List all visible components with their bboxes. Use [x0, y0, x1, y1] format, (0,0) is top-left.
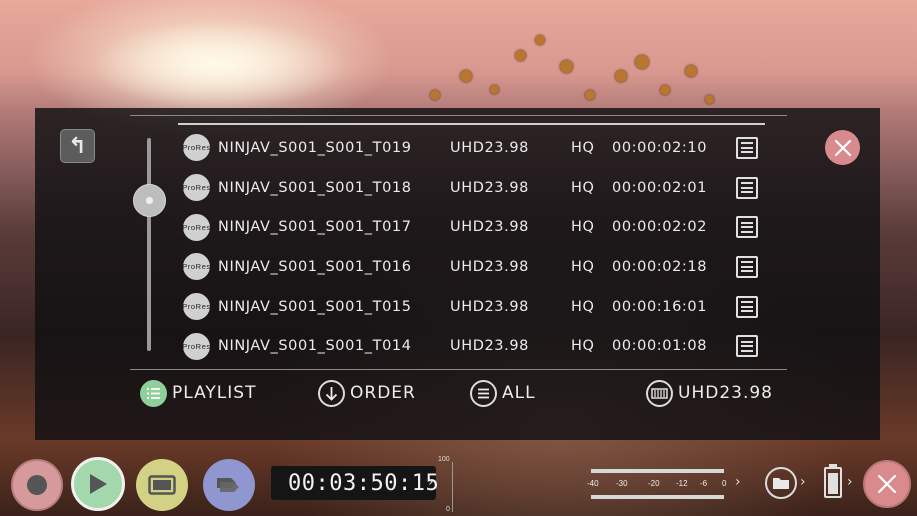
chevron-right-icon[interactable]: ›	[735, 474, 741, 490]
clip-row[interactable]: ProRes NINJAV_S001_S001_T019 UHD23.98 HQ…	[182, 128, 773, 168]
clip-list: ProRes NINJAV_S001_S001_T019 UHD23.98 HQ…	[182, 128, 773, 366]
clip-duration: 00:00:01:08	[612, 338, 708, 355]
clip-quality: HQ	[571, 179, 595, 196]
meter-label: -6	[700, 479, 708, 488]
clip-row[interactable]: ProRes NINJAV_S001_S001_T016 UHD23.98 HQ…	[182, 247, 773, 287]
sun-glow	[90, 20, 350, 110]
meter-label: -30	[616, 479, 628, 488]
resolution-filter-label: UHD23.98	[678, 383, 773, 403]
divider-top-inner	[178, 123, 765, 125]
film-icon	[646, 379, 673, 407]
list-icon	[470, 379, 497, 407]
battery-icon[interactable]	[824, 464, 842, 498]
monitor-icon	[148, 475, 176, 495]
clip-resolution: UHD23.98	[450, 258, 529, 275]
clip-name: NINJAV_S001_S001_T014	[218, 338, 412, 355]
divider-bottom	[130, 369, 787, 370]
hamburger-icon[interactable]	[736, 136, 758, 159]
audio-meter[interactable]: -40 -30 -20 -12 -6 0	[583, 467, 731, 502]
meter-label: -12	[676, 479, 688, 488]
meter-bar-left	[591, 469, 724, 473]
prores-icon: ProRes	[182, 213, 210, 241]
play-button[interactable]	[71, 457, 125, 511]
meter-label: -20	[648, 479, 660, 488]
playlist-label: PLAYLIST	[172, 383, 257, 403]
clip-duration: 00:00:02:10	[612, 139, 708, 156]
order-label: ORDER	[350, 383, 416, 403]
meter-scale: -40 -30 -20 -12 -6 0	[583, 479, 731, 491]
tag-clip-button[interactable]	[203, 459, 255, 511]
level-min-label: 0	[446, 506, 450, 513]
playlist-icon	[140, 379, 167, 407]
resolution-filter-button[interactable]: UHD23.98	[646, 378, 773, 408]
browser-filter-bar: PLAYLIST ORDER ALL UHD23.98	[140, 378, 780, 410]
prores-icon: ProRes	[182, 134, 210, 162]
all-filter-button[interactable]: ALL	[470, 378, 536, 408]
exit-button[interactable]	[863, 460, 911, 508]
clip-row[interactable]: ProRes NINJAV_S001_S001_T014 UHD23.98 HQ…	[182, 326, 773, 366]
clip-resolution: UHD23.98	[450, 179, 529, 196]
scrollbar-thumb[interactable]	[133, 184, 166, 217]
clip-resolution: UHD23.98	[450, 139, 529, 156]
clip-name: NINJAV_S001_S001_T018	[218, 179, 412, 196]
clip-resolution: UHD23.98	[450, 298, 529, 315]
clip-duration: 00:00:02:01	[612, 179, 708, 196]
clip-name: NINJAV_S001_S001_T017	[218, 219, 412, 236]
level-scale	[452, 462, 453, 512]
hamburger-icon[interactable]	[736, 216, 758, 239]
chevron-right-icon[interactable]: ›	[800, 474, 806, 490]
close-icon	[877, 474, 897, 494]
prores-icon: ProRes	[182, 332, 210, 360]
chevron-right-icon[interactable]: ›	[847, 474, 853, 490]
meter-label: 0	[722, 479, 727, 488]
folder-icon	[773, 478, 789, 489]
clip-row[interactable]: ProRes NINJAV_S001_S001_T017 UHD23.98 HQ…	[182, 207, 773, 247]
divider-top	[130, 115, 787, 116]
playlist-button[interactable]: PLAYLIST	[140, 378, 256, 408]
prores-icon: ProRes	[182, 174, 210, 202]
clip-duration: 00:00:02:18	[612, 258, 708, 275]
clip-row[interactable]: ProRes NINJAV_S001_S001_T018 UHD23.98 HQ…	[182, 168, 773, 208]
clip-resolution: UHD23.98	[450, 219, 529, 236]
timecode-display[interactable]: 00:03:50:15	[271, 466, 439, 500]
down-arrow-icon	[318, 379, 345, 407]
clip-quality: HQ	[571, 258, 595, 275]
clip-quality: HQ	[571, 139, 595, 156]
clip-row[interactable]: ProRes NINJAV_S001_S001_T015 UHD23.98 HQ…	[182, 287, 773, 327]
meter-label: -40	[587, 479, 599, 488]
up-arrow-icon: ↰	[68, 133, 87, 159]
hamburger-icon[interactable]	[736, 295, 758, 318]
clip-duration: 00:00:16:01	[612, 298, 708, 315]
order-button[interactable]: ORDER	[318, 378, 416, 408]
prores-icon: ProRes	[182, 253, 210, 281]
prores-icon: ProRes	[182, 293, 210, 321]
clip-duration: 00:00:02:02	[612, 219, 708, 236]
all-label: ALL	[502, 383, 536, 403]
hamburger-icon[interactable]	[736, 176, 758, 199]
up-folder-button[interactable]: ↰	[60, 129, 95, 163]
clip-browser-panel: ↰ ProRes NINJAV_S001_S001_T019 UHD23.98 …	[35, 108, 880, 440]
clip-quality: HQ	[571, 338, 595, 355]
clip-resolution: UHD23.98	[450, 338, 529, 355]
hamburger-icon[interactable]	[736, 255, 758, 278]
monitor-mode-button[interactable]	[136, 459, 188, 511]
clip-quality: HQ	[571, 298, 595, 315]
clip-quality: HQ	[571, 219, 595, 236]
close-panel-button[interactable]	[825, 130, 860, 165]
scrollbar-track[interactable]	[147, 138, 151, 351]
chevron-right-icon[interactable]: ›	[428, 474, 434, 490]
hamburger-icon[interactable]	[736, 335, 758, 358]
clip-name: NINJAV_S001_S001_T016	[218, 258, 412, 275]
media-browser-button[interactable]	[765, 467, 797, 499]
level-max-label: 100	[438, 456, 450, 463]
close-icon	[834, 139, 851, 156]
record-button[interactable]	[11, 459, 63, 511]
clip-name: NINJAV_S001_S001_T019	[218, 139, 412, 156]
tag-icon	[217, 478, 239, 492]
meter-bar-right	[591, 495, 724, 499]
record-icon	[27, 475, 47, 495]
clip-name: NINJAV_S001_S001_T015	[218, 298, 412, 315]
play-icon	[90, 474, 107, 494]
